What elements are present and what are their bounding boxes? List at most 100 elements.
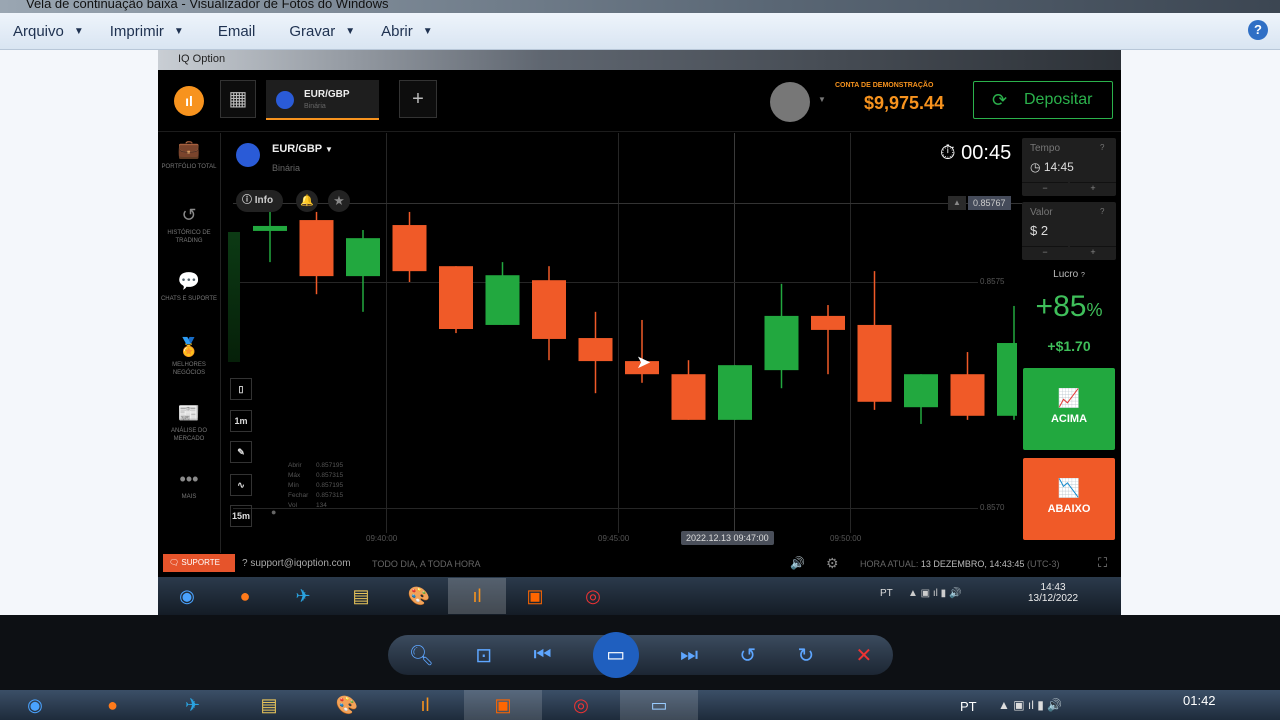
amount-input[interactable]: $ 2 xyxy=(1030,223,1048,238)
time-plus-button[interactable]: + xyxy=(1070,182,1116,196)
clock-icon: ◷ xyxy=(1030,160,1041,174)
ohlc-value: 0.857195 xyxy=(316,482,344,489)
amount-plus-button[interactable]: + xyxy=(1070,246,1116,260)
sound-icon[interactable]: 🔊 xyxy=(790,556,805,570)
put-button[interactable]: 📉 ABAIXO xyxy=(1023,458,1115,540)
menu-label: Abrir xyxy=(381,22,413,40)
call-button[interactable]: 📈 ACIMA xyxy=(1023,368,1115,450)
candle-period-button[interactable]: 15m xyxy=(230,505,252,527)
firefox-icon[interactable]: ● xyxy=(216,578,274,614)
ohlc-value: 0.857195 xyxy=(316,462,344,469)
timeframe-button[interactable]: 1m xyxy=(230,410,252,432)
tray-time[interactable]: 01:42 xyxy=(1183,693,1216,708)
help-icon[interactable]: ? xyxy=(1100,207,1104,216)
candle-body xyxy=(532,280,566,339)
help-icon[interactable]: ? xyxy=(1100,143,1104,152)
menu-imprimir[interactable]: Imprimir ▼ xyxy=(110,23,184,40)
menu-label: Gravar xyxy=(289,22,336,40)
iq-option-taskbar-icon[interactable]: ıl xyxy=(386,690,464,720)
flag-icon xyxy=(236,143,260,167)
support-email[interactable]: ? support@iqoption.com xyxy=(242,558,351,569)
pencil-icon[interactable]: ✎ xyxy=(230,441,252,463)
previous-icon[interactable]: ⏮ xyxy=(533,644,551,667)
chart-type-icon[interactable]: ▯ xyxy=(230,378,252,400)
tray-icons[interactable]: ▲ ▣ ıl ▮ 🔊 xyxy=(998,698,1062,712)
time-text: 14:45 xyxy=(1043,160,1074,174)
candle-body xyxy=(857,324,892,402)
chat-icon: 🗨 xyxy=(169,558,180,567)
ohlc-row: Vol 134 xyxy=(288,501,343,511)
app-icon[interactable]: ▣ xyxy=(464,690,542,720)
photo-viewer-icon[interactable]: ▭ xyxy=(620,690,698,720)
zoom-icon[interactable]: 🔍︎ xyxy=(409,643,434,668)
tray-time: 14:43 xyxy=(1040,582,1066,593)
app-icon[interactable]: ▣ xyxy=(506,578,564,614)
candle-body xyxy=(346,238,380,277)
language-indicator[interactable]: PT xyxy=(880,588,893,599)
menu-arquivo[interactable]: Arquivo ▼ xyxy=(13,23,84,40)
star-icon[interactable]: ★ xyxy=(328,190,350,212)
alert-bell-icon[interactable]: ▲ xyxy=(948,196,966,210)
time-minus-button[interactable]: − xyxy=(1022,182,1068,196)
asset-symbol: EUR/GBP xyxy=(272,143,322,155)
pct-sign: % xyxy=(1086,300,1103,320)
candle-body xyxy=(299,220,334,277)
next-icon[interactable]: ⏭ xyxy=(680,644,698,667)
slideshow-icon[interactable]: ▭ xyxy=(592,632,639,678)
mouse-cursor-icon: ➤ xyxy=(636,352,652,372)
firefox-icon[interactable]: ● xyxy=(70,690,155,720)
time-panel: Tempo ? ◷ 14:45 − + xyxy=(1022,138,1116,196)
chevron-down-icon: ▼ xyxy=(173,25,184,37)
bell-icon[interactable]: 🔔 xyxy=(296,190,318,212)
gear-icon[interactable]: ⚙ xyxy=(826,555,839,572)
candle-body xyxy=(904,374,938,408)
actual-size-icon[interactable]: ⊡ xyxy=(475,643,492,668)
help-icon[interactable]: ? xyxy=(1081,272,1085,279)
asset-selector[interactable]: EUR/GBP ▼ xyxy=(272,143,333,155)
rotate-left-icon[interactable]: ↺ xyxy=(739,643,756,668)
chrome-icon[interactable]: ◎ xyxy=(542,690,620,720)
telegram-icon[interactable]: ✈ xyxy=(274,578,332,614)
chart-down-icon: 📉 xyxy=(1057,478,1081,498)
tray-icons[interactable]: ▲ ▣ ıl ▮ 🔊 xyxy=(908,588,961,599)
amount-panel: Valor ? $ 2 − + xyxy=(1022,202,1116,260)
start-icon[interactable]: ◉ xyxy=(158,578,216,614)
iq-option-taskbar-icon[interactable]: ıl xyxy=(448,578,506,614)
paint-icon[interactable]: 🎨 xyxy=(308,690,386,720)
folder-icon[interactable]: ▤ xyxy=(332,578,390,614)
clock-value: 13 DEZEMBRO, 14:43:45 xyxy=(920,559,1025,569)
timer-value: 00:45 xyxy=(961,142,1012,164)
support-button[interactable]: 🗨 SUPORTE xyxy=(163,554,235,572)
telegram-icon[interactable]: ✈ xyxy=(155,690,230,720)
start-icon[interactable]: ◉ xyxy=(0,690,70,720)
folder-icon[interactable]: ▤ xyxy=(230,690,308,720)
amount-minus-button[interactable]: − xyxy=(1022,246,1068,260)
chrome-icon[interactable]: ◎ xyxy=(564,578,622,614)
candlestick-chart[interactable] xyxy=(158,50,1121,615)
help-icon[interactable]: ? xyxy=(1248,20,1268,40)
stopwatch-icon: ⏱ xyxy=(940,142,956,164)
time-label: Tempo xyxy=(1030,143,1061,154)
candle-body xyxy=(671,374,706,420)
info-label: Info xyxy=(254,195,274,206)
ohlc-row: Abrir 0.857195 xyxy=(288,461,343,471)
tray-clock[interactable]: 14:43 13/12/2022 xyxy=(1028,582,1078,604)
candle-body xyxy=(718,365,752,420)
menu-abrir[interactable]: Abrir ▼ xyxy=(381,23,433,40)
language-indicator[interactable]: PT xyxy=(960,699,977,714)
viewer-controls: 🔍︎ ⊡ ⏮ ▭ ⏭ ↺ ↻ ✕ xyxy=(388,632,893,678)
fullscreen-icon[interactable]: ⛶ xyxy=(1098,555,1107,571)
indicators-icon[interactable]: ∿ xyxy=(230,474,252,496)
menu-gravar[interactable]: Gravar ▼ xyxy=(289,23,355,40)
candle-body xyxy=(764,315,799,371)
paint-icon[interactable]: 🎨 xyxy=(390,578,448,614)
profit-pct-value: +85 xyxy=(1035,290,1087,323)
delete-icon[interactable]: ✕ xyxy=(856,643,873,668)
menu-email[interactable]: Email xyxy=(218,23,256,40)
chevron-down-icon: ▼ xyxy=(422,25,433,37)
time-value[interactable]: ◷ 14:45 xyxy=(1030,160,1074,174)
info-small-icon[interactable]: ● xyxy=(271,507,276,517)
info-button[interactable]: ⓘ Info xyxy=(236,190,284,212)
inner-taskbar: ◉ ● ✈ ▤ 🎨 ıl ▣ ◎ PT ▲ ▣ ıl ▮ 🔊 14:43 13/1… xyxy=(158,577,1121,615)
rotate-right-icon[interactable]: ↻ xyxy=(797,643,814,668)
